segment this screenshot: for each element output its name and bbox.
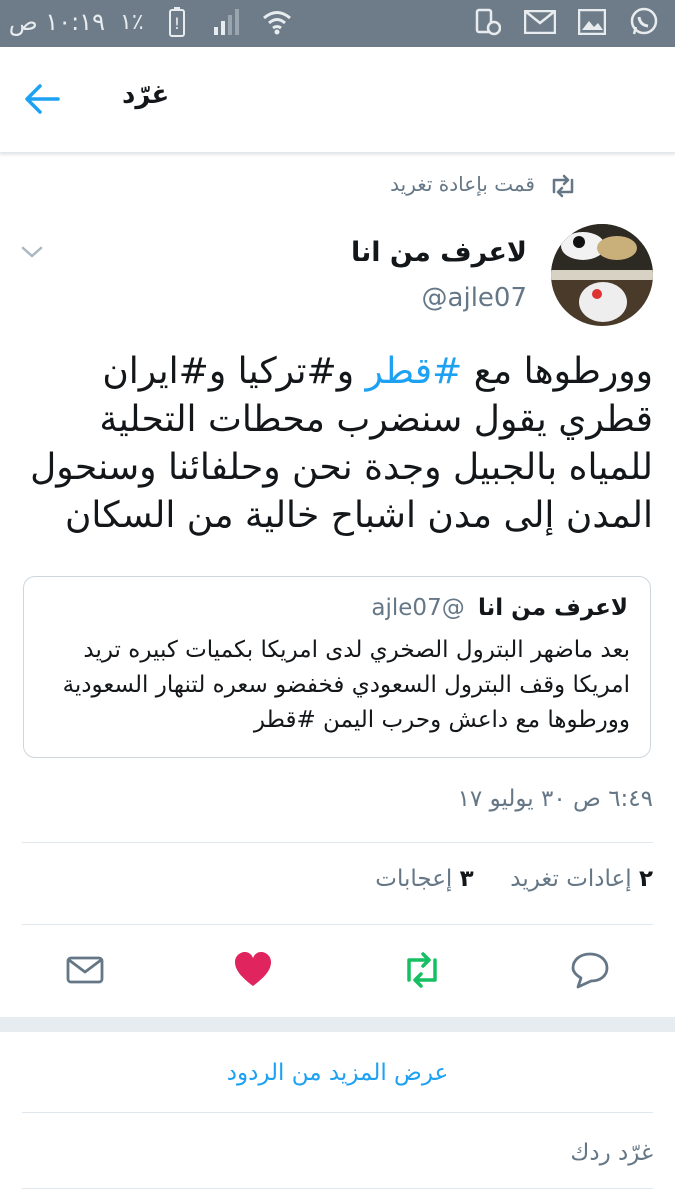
retweet-button[interactable] (401, 950, 441, 990)
reply-input[interactable]: غرّد ردك (22, 1140, 653, 1166)
tweet-stats: ٢ إعادات تغريد ٣ إعجابات (375, 866, 653, 892)
like-button[interactable] (233, 950, 273, 990)
reply-button[interactable] (570, 950, 610, 990)
hashtag-link[interactable]: #قطر (366, 351, 463, 392)
tweet-timestamp: ٦:٤٩ ص ٣٠ يوليو ١٧ (457, 786, 653, 812)
back-button[interactable] (22, 81, 62, 117)
mail-icon (66, 956, 104, 984)
quoted-author-name: لاعرف من انا (478, 595, 628, 621)
retweet-context-label: قمت بإعادة تغريد (390, 172, 535, 196)
svg-text:!: ! (173, 14, 179, 33)
likes-count: ٣ (459, 866, 474, 892)
retweets-label: إعادات تغريد (510, 866, 632, 892)
direct-message-button[interactable] (65, 950, 105, 990)
chevron-down-icon (21, 246, 43, 258)
retweets-stat[interactable]: ٢ إعادات تغريد (510, 866, 653, 892)
signal-icon (210, 7, 244, 37)
heart-icon (235, 952, 271, 986)
tweet-text-start: وورطوها مع (462, 351, 653, 392)
quoted-tweet-text: بعد ماضهر البترول الصخري لدى امريكا بكمي… (62, 637, 630, 733)
divider (22, 1112, 653, 1113)
divider (22, 1188, 653, 1189)
avatar[interactable] (551, 224, 653, 326)
quoted-tweet-header: لاعرف من انا @ajle07 (371, 595, 628, 621)
quoted-tweet-card[interactable]: لاعرف من انا @ajle07 بعد ماضهر البترول ا… (23, 576, 651, 758)
reply-icon (571, 952, 609, 989)
app-bar: غرّد (0, 47, 675, 153)
retweet-icon (407, 952, 437, 988)
whatsapp-icon (627, 7, 661, 37)
retweets-count: ٢ (638, 866, 653, 892)
author-name[interactable]: لاعرف من انا (351, 237, 527, 268)
divider (22, 924, 653, 925)
show-more-replies-link[interactable]: عرض المزيد من الردود (0, 1060, 675, 1086)
tweet-text: وورطوها مع #قطر و#تركيا و#ايران قطري يقو… (13, 348, 653, 540)
likes-stat[interactable]: ٣ إعجابات (375, 866, 473, 892)
wifi-icon (260, 7, 294, 37)
tweet-menu-button[interactable] (20, 242, 44, 262)
email-icon (523, 7, 557, 37)
status-bar: ١٠:١٩ ص ١٪ ! (0, 0, 675, 47)
author-handle[interactable]: @ajle07 (422, 283, 527, 313)
divider (22, 842, 653, 843)
gallery-icon (575, 7, 609, 37)
quoted-author-handle: @ajle07 (371, 595, 465, 621)
notification-icons (471, 7, 661, 37)
status-time: ١٠:١٩ ص (8, 8, 105, 36)
battery-icon: ! (160, 7, 194, 37)
page-title: غرّد (122, 80, 170, 110)
status-indicators: ١٪ ! (120, 7, 294, 37)
back-arrow-icon (25, 84, 60, 114)
phone-icon (471, 7, 505, 37)
section-separator (0, 1017, 675, 1032)
retweet-context-icon (548, 174, 578, 198)
battery-percent: ١٪ (120, 9, 144, 35)
likes-label: إعجابات (375, 866, 453, 892)
